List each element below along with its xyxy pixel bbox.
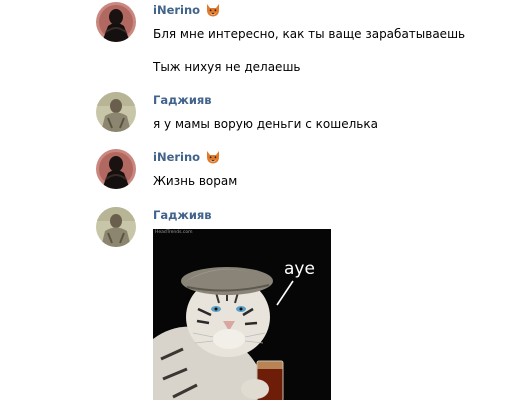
author-name[interactable]: iNerino	[153, 150, 200, 164]
avatar[interactable]	[96, 207, 136, 247]
message-author[interactable]: iNerino	[153, 2, 220, 21]
message-photo[interactable]: HeadTrends.com aye	[153, 229, 331, 400]
message-author[interactable]: iNerino	[153, 149, 220, 168]
avatar-inerino-icon	[96, 2, 136, 42]
chat-history: iNerino Бля мне интересно, как ты ваще з…	[0, 0, 512, 400]
author-name[interactable]: Гаджияв	[153, 208, 212, 222]
avatar-inerino-icon	[96, 149, 136, 189]
fox-emoji-icon	[206, 151, 220, 168]
avatar[interactable]	[96, 92, 136, 132]
message-group: iNerino Бля мне интересно, как ты ваще з…	[96, 2, 502, 86]
photo-watermark: HeadTrends.com	[155, 230, 193, 235]
avatar-gadzhiyav-icon	[96, 92, 136, 132]
avatar[interactable]	[96, 149, 136, 189]
message-text: Бля мне интересно, как ты ваще зарабатыв…	[153, 27, 466, 41]
message-group: iNerino Жизнь ворам	[96, 149, 502, 193]
fox-emoji-icon	[206, 4, 220, 21]
author-name[interactable]: Гаджияв	[153, 93, 212, 107]
photo-caption: aye	[284, 259, 315, 279]
message-text: Тыж нихуя не делаешь	[153, 60, 301, 74]
message-group: Гаджияв я у мамы ворую деньги с кошелька	[96, 92, 502, 136]
message-author[interactable]: Гаджияв	[153, 92, 212, 108]
tiger-photo-icon	[153, 267, 294, 400]
avatar-gadzhiyav-icon	[96, 207, 136, 247]
message-author[interactable]: Гаджияв	[153, 207, 212, 223]
message-group: Гаджияв HeadTrends.com aye	[96, 207, 502, 400]
message-text: я у мамы ворую деньги с кошелька	[153, 117, 378, 131]
avatar[interactable]	[96, 2, 136, 42]
message-text: Жизнь ворам	[153, 174, 238, 188]
author-name[interactable]: iNerino	[153, 3, 200, 17]
